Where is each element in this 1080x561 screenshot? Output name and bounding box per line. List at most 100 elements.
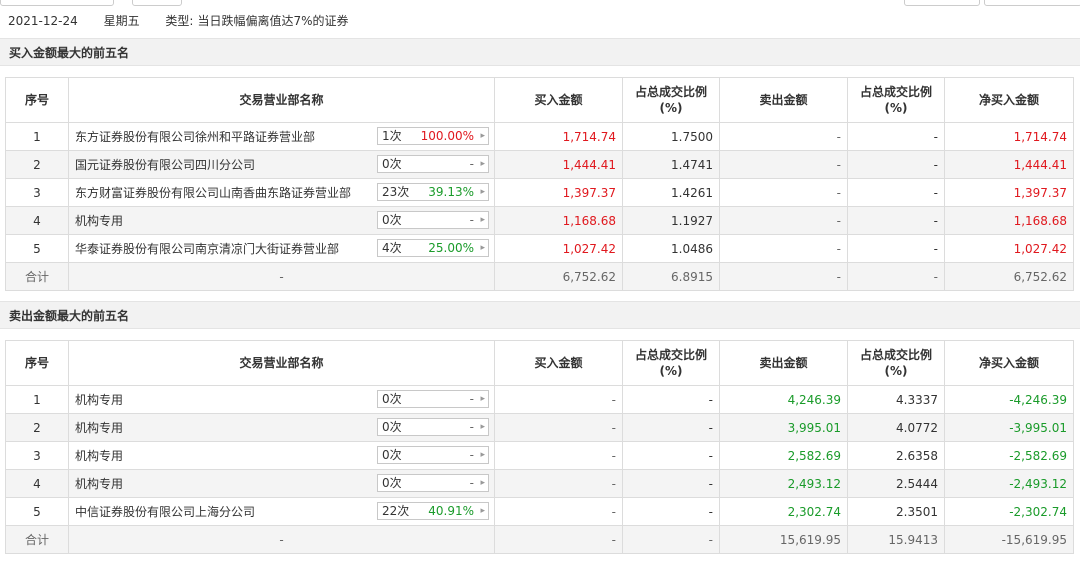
row-index: 2 bbox=[5, 413, 69, 442]
branch-name[interactable]: 东方财富证券股份有限公司山南香曲东路证券营业部 bbox=[75, 184, 351, 201]
table-header-row: 序号 交易营业部名称 买入金额 占总成交比例(%) 卖出金额 占总成交比例(%)… bbox=[5, 77, 1074, 123]
top-control-4[interactable] bbox=[984, 0, 1080, 6]
buy-ratio: - bbox=[622, 441, 720, 470]
row-index: 3 bbox=[5, 178, 69, 207]
sell-amount: - bbox=[719, 122, 848, 151]
chevron-right-icon: ▸ bbox=[480, 506, 485, 516]
history-count: 0次 bbox=[382, 157, 402, 171]
table-row: 2 机构专用 0次 - ▸ - -3,995.01 4.0772 -3,995.01 bbox=[5, 413, 1074, 442]
total-label: 合计 bbox=[5, 525, 69, 554]
net-buy-amount: 1,397.37 bbox=[944, 178, 1074, 207]
branch-cell: 机构专用 0次 - ▸ bbox=[68, 206, 495, 235]
sell-ratio: 4.0772 bbox=[847, 413, 945, 442]
chevron-right-icon: ▸ bbox=[480, 131, 485, 141]
sell-ratio: 4.3337 bbox=[847, 385, 945, 414]
branch-name[interactable]: 机构专用 bbox=[75, 212, 123, 229]
table-row: 3 东方财富证券股份有限公司山南香曲东路证券营业部 23次 39.13% ▸ 1,397.… bbox=[5, 178, 1074, 207]
trade-date: 2021-12-24 bbox=[8, 14, 78, 28]
chevron-right-icon: ▸ bbox=[480, 243, 485, 253]
col-branch: 交易营业部名称 bbox=[68, 340, 495, 386]
buy-ratio: - bbox=[622, 469, 720, 498]
top-control-2[interactable] bbox=[132, 0, 182, 6]
buy-amount: - bbox=[494, 469, 623, 498]
buy-ratio: 1.1927 bbox=[622, 206, 720, 235]
branch-name[interactable]: 国元证券股份有限公司四川分公司 bbox=[75, 156, 255, 173]
buy-ratio: - bbox=[622, 497, 720, 526]
buy-amount: 1,444.41 bbox=[494, 150, 623, 179]
col-sell-ratio: 占总成交比例(%) bbox=[847, 77, 945, 123]
branch-history-dropdown[interactable]: 23次 39.13% ▸ bbox=[377, 183, 489, 201]
history-count: 0次 bbox=[382, 420, 402, 434]
branch-cell: 机构专用 0次 - ▸ bbox=[68, 413, 495, 442]
branch-cell: 东方证券股份有限公司徐州和平路证券营业部 1次 100.00% ▸ bbox=[68, 122, 495, 151]
top-control-1[interactable] bbox=[0, 0, 114, 6]
table-row: 5 华泰证券股份有限公司南京清凉门大街证券营业部 4次 25.00% ▸ 1,027.42… bbox=[5, 234, 1074, 263]
branch-history-dropdown[interactable]: 0次 - ▸ bbox=[377, 211, 489, 229]
chevron-right-icon: ▸ bbox=[480, 159, 485, 169]
history-count: 4次 bbox=[382, 241, 402, 255]
history-win-rate: 25.00% bbox=[428, 241, 474, 255]
history-count: 0次 bbox=[382, 476, 402, 490]
net-buy-amount: 1,027.42 bbox=[944, 234, 1074, 263]
net-buy-amount: -2,582.69 bbox=[944, 441, 1074, 470]
history-count: 22次 bbox=[382, 504, 410, 518]
branch-history-dropdown[interactable]: 0次 - ▸ bbox=[377, 418, 489, 436]
net-buy-amount: 1,444.41 bbox=[944, 150, 1074, 179]
net-buy-amount: -2,493.12 bbox=[944, 469, 1074, 498]
branch-name[interactable]: 东方证券股份有限公司徐州和平路证券营业部 bbox=[75, 128, 315, 145]
sell-ratio: 2.3501 bbox=[847, 497, 945, 526]
sell-ratio: - bbox=[847, 206, 945, 235]
history-win-rate: 100.00% bbox=[420, 129, 474, 143]
history-count: 1次 bbox=[382, 129, 402, 143]
chevron-right-icon: ▸ bbox=[480, 187, 485, 197]
sell-ratio: - bbox=[847, 234, 945, 263]
buy-amount: - bbox=[494, 441, 623, 470]
branch-cell: 中信证券股份有限公司上海分公司 22次 40.91% ▸ bbox=[68, 497, 495, 526]
total-buy-ratio: - bbox=[622, 525, 720, 554]
branch-history-dropdown[interactable]: 22次 40.91% ▸ bbox=[377, 502, 489, 520]
col-net-buy: 净买入金额 bbox=[944, 77, 1074, 123]
buy-section-header: 买入金额最大的前五名 bbox=[0, 38, 1080, 66]
row-index: 5 bbox=[5, 497, 69, 526]
branch-history-dropdown[interactable]: 4次 25.00% ▸ bbox=[377, 239, 489, 257]
col-sell-amount: 卖出金额 bbox=[719, 340, 848, 386]
col-index: 序号 bbox=[5, 77, 69, 123]
sell-amount: - bbox=[719, 234, 848, 263]
branch-history-dropdown[interactable]: 0次 - ▸ bbox=[377, 155, 489, 173]
history-win-rate: - bbox=[469, 213, 474, 227]
branch-name[interactable]: 机构专用 bbox=[75, 475, 123, 492]
buy-amount: - bbox=[494, 413, 623, 442]
total-branch: - bbox=[68, 525, 495, 554]
weekday: 星期五 bbox=[103, 14, 140, 28]
buy-amount: 1,027.42 bbox=[494, 234, 623, 263]
top-control-3[interactable] bbox=[904, 0, 980, 6]
branch-history-dropdown[interactable]: 0次 - ▸ bbox=[377, 474, 489, 492]
info-bar: 2021-12-24 星期五 类型: 当日跌幅偏离值达7%的证券 bbox=[8, 12, 371, 29]
branch-history-dropdown[interactable]: 0次 - ▸ bbox=[377, 390, 489, 408]
type-value: 当日跌幅偏离值达7%的证券 bbox=[197, 14, 349, 28]
history-win-rate: 39.13% bbox=[428, 185, 474, 199]
branch-name[interactable]: 中信证券股份有限公司上海分公司 bbox=[75, 503, 255, 520]
col-sell-ratio: 占总成交比例(%) bbox=[847, 340, 945, 386]
table-row: 4 机构专用 0次 - ▸ - -2,493.12 2.5444 -2,493.12 bbox=[5, 469, 1074, 498]
col-sell-amount: 卖出金额 bbox=[719, 77, 848, 123]
buy-ratio: 1.4261 bbox=[622, 178, 720, 207]
branch-name[interactable]: 机构专用 bbox=[75, 391, 123, 408]
total-branch: - bbox=[68, 262, 495, 291]
col-branch: 交易营业部名称 bbox=[68, 77, 495, 123]
sell-ratio: - bbox=[847, 150, 945, 179]
branch-history-dropdown[interactable]: 0次 - ▸ bbox=[377, 446, 489, 464]
total-sell-ratio: 15.9413 bbox=[847, 525, 945, 554]
branch-name[interactable]: 华泰证券股份有限公司南京清凉门大街证券营业部 bbox=[75, 240, 339, 257]
branch-history-dropdown[interactable]: 1次 100.00% ▸ bbox=[377, 127, 489, 145]
buy-amount: - bbox=[494, 497, 623, 526]
history-count: 0次 bbox=[382, 213, 402, 227]
table-row: 5 中信证券股份有限公司上海分公司 22次 40.91% ▸ - -2,302.74 2.35… bbox=[5, 497, 1074, 526]
history-count: 23次 bbox=[382, 185, 410, 199]
col-index: 序号 bbox=[5, 340, 69, 386]
sell-amount: - bbox=[719, 178, 848, 207]
branch-cell: 东方财富证券股份有限公司山南香曲东路证券营业部 23次 39.13% ▸ bbox=[68, 178, 495, 207]
branch-name[interactable]: 机构专用 bbox=[75, 419, 123, 436]
chevron-right-icon: ▸ bbox=[480, 215, 485, 225]
branch-name[interactable]: 机构专用 bbox=[75, 447, 123, 464]
